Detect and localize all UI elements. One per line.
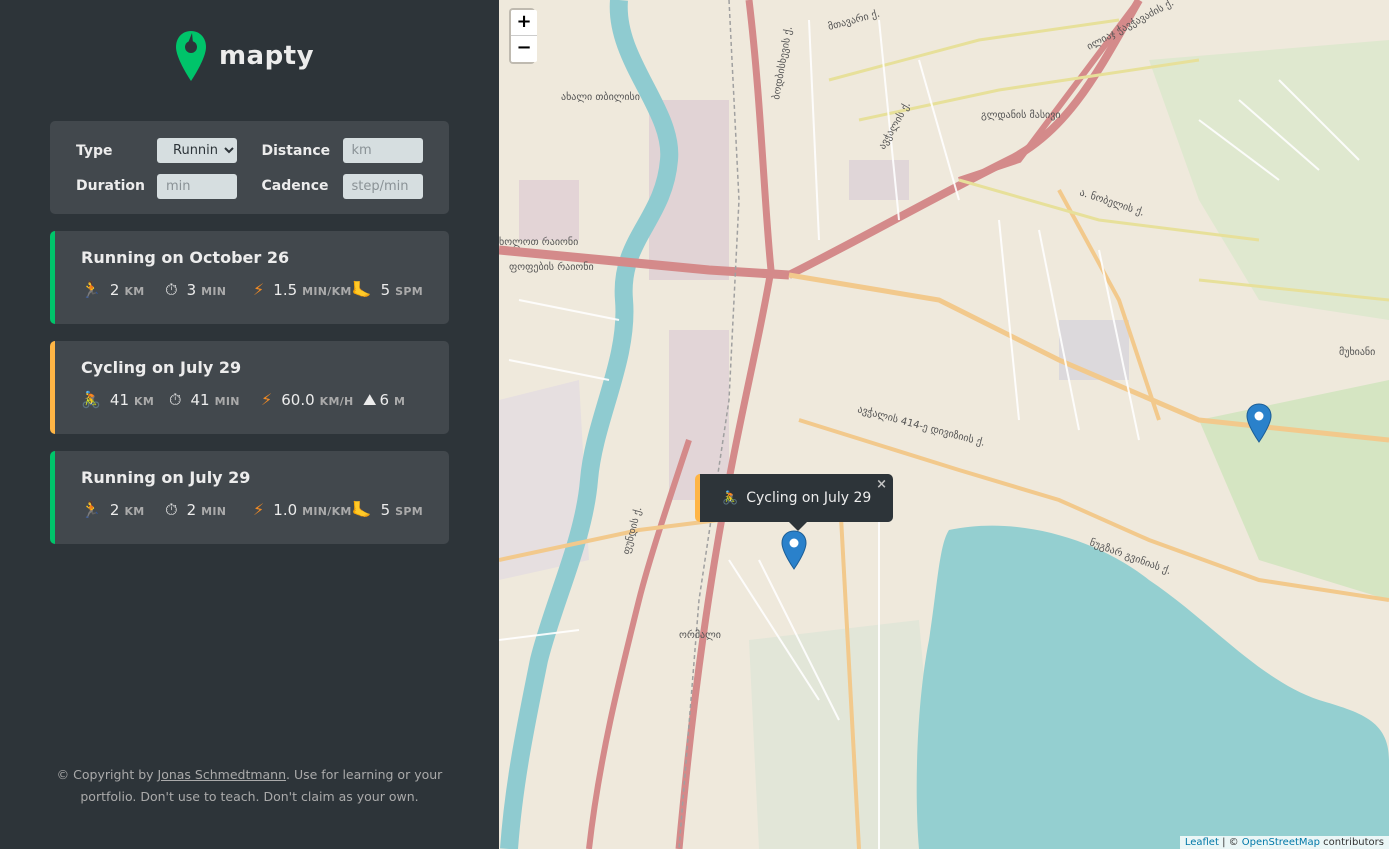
map-attribution: Leaflet | © OpenStreetMap contributors	[1179, 836, 1389, 849]
workout-detail-duration: ⏱ 41 min	[169, 389, 261, 409]
brand-name: mapty	[218, 41, 315, 71]
lightning-icon: ⚡	[253, 499, 265, 519]
duration-label: Duration	[76, 178, 146, 195]
map-marker-pin-icon[interactable]	[781, 530, 807, 570]
type-label: Type	[76, 142, 113, 159]
close-icon[interactable]: ×	[876, 477, 887, 492]
workout-detail-duration: ⏱ 2 min	[165, 499, 253, 519]
detail-value: 41	[109, 390, 130, 409]
detail-value: 2	[109, 500, 120, 519]
cadence-label: Cadence	[261, 178, 329, 195]
detail-value: 3	[186, 280, 197, 299]
workout-item[interactable]: Running on July 29 🏃 2 km ⏱ 2 min ⚡ 1.0 …	[50, 451, 449, 544]
sidebar: mapty Type Running Cycling Distance Dura…	[0, 0, 499, 849]
map-label: ახალი თბილისი	[561, 91, 640, 103]
workout-list: Running on October 26 🏃 2 km ⏱ 3 min ⚡ 1…	[50, 231, 449, 544]
popup-text: Cycling on July 29	[746, 490, 872, 506]
workout-detail-speed: ⚡ 60.0 km/h	[261, 390, 363, 409]
author-link[interactable]: Jonas Schmedtmann	[158, 767, 287, 782]
workout-form: Type Running Cycling Distance Duration C…	[50, 121, 449, 214]
detail-value: 1.5	[273, 280, 298, 299]
cadence-input[interactable]	[342, 173, 423, 199]
detail-unit: min	[214, 394, 240, 408]
detail-unit: spm	[395, 284, 423, 298]
form-row-distance: Distance	[262, 137, 424, 165]
workout-detail-distance: 🏃 2 km	[81, 280, 165, 299]
detail-unit: km	[124, 284, 145, 298]
map-pin-logo-icon	[175, 31, 206, 81]
detail-unit: m	[394, 394, 406, 408]
form-row-type: Type Running Cycling	[76, 137, 238, 165]
attribution-suffix: contributors	[1320, 837, 1384, 848]
workout-detail-distance: 🏃 2 km	[81, 500, 165, 519]
detail-unit: min	[201, 284, 227, 298]
detail-unit: min/km	[302, 284, 352, 298]
detail-value: 41	[190, 390, 210, 409]
form-row-duration: Duration	[76, 173, 238, 201]
workout-details: 🚴 41 km ⏱ 41 min ⚡ 60.0 km/h ⛰ 6 m	[81, 390, 423, 409]
workout-details: 🏃 2 km ⏱ 3 min ⚡ 1.5 min/km 🦶 5 sp	[81, 280, 423, 299]
stopwatch-icon: ⏱	[165, 279, 178, 299]
workout-details: 🏃 2 km ⏱ 2 min ⚡ 1.0 min/km 🦶 5 sp	[81, 500, 423, 519]
workout-detail-elevation: ⛰ 6 m	[363, 389, 406, 409]
detail-value: 1.0	[273, 500, 298, 519]
stopwatch-icon: ⏱	[165, 499, 178, 519]
workout-detail-pace: ⚡ 1.0 min/km	[253, 500, 352, 519]
map-label: ფოფების რაიონი	[509, 261, 594, 273]
workout-item[interactable]: Running on October 26 🏃 2 km ⏱ 3 min ⚡ 1…	[50, 231, 449, 324]
map-label: ორმალი	[679, 629, 721, 641]
map-label: მუხიანი	[1339, 346, 1375, 358]
runner-icon: 🏃	[81, 499, 101, 519]
distance-input[interactable]	[342, 138, 423, 164]
cyclist-icon: 🚴	[81, 389, 101, 409]
mountain-icon: ⛰	[363, 389, 377, 409]
duration-input[interactable]	[157, 173, 237, 199]
workout-popup: 🚴 Cycling on July 29 ×	[695, 474, 893, 531]
detail-unit: min/km	[302, 504, 352, 518]
map[interactable]: ბოდბისხევის ქ. მთავარი ქ. გლდანის მასივი…	[499, 0, 1389, 849]
logo: mapty	[40, 28, 449, 84]
type-select[interactable]: Running Cycling	[157, 138, 237, 164]
attribution-sep: | ©	[1218, 837, 1242, 848]
detail-unit: spm	[395, 504, 423, 518]
osm-link[interactable]: OpenStreetMap	[1242, 837, 1320, 848]
copyright: © Copyright by Jonas Schmedtmann. Use fo…	[50, 764, 449, 808]
footprint-icon: 🦶	[351, 499, 372, 519]
workout-title: Cycling on July 29	[81, 358, 242, 377]
detail-value: 5	[380, 280, 391, 299]
copyright-prefix: © Copyright by	[56, 767, 158, 782]
zoom-control: + −	[509, 8, 537, 64]
map-label: გლდანის მასივი	[981, 109, 1061, 121]
detail-value: 2	[186, 500, 197, 519]
map-label: ხოლოთ რაიონი	[499, 236, 578, 248]
distance-label: Distance	[261, 142, 331, 159]
workout-detail-duration: ⏱ 3 min	[165, 279, 253, 299]
workout-detail-cadence: 🦶 5 spm	[352, 280, 423, 299]
stopwatch-icon: ⏱	[169, 389, 182, 409]
lightning-icon: ⚡	[261, 389, 273, 409]
workout-item[interactable]: Cycling on July 29 🚴 41 km ⏱ 41 min ⚡ 60…	[50, 341, 449, 434]
zoom-out-button[interactable]: −	[511, 36, 537, 62]
zoom-in-button[interactable]: +	[511, 10, 537, 36]
workout-detail-pace: ⚡ 1.5 min/km	[253, 280, 352, 299]
map-marker-pin-icon[interactable]	[1246, 403, 1272, 443]
lightning-icon: ⚡	[253, 279, 265, 299]
runner-icon: 🏃	[81, 279, 101, 299]
detail-unit: km/h	[319, 394, 354, 408]
workout-title: Running on October 26	[81, 248, 290, 267]
detail-value: 5	[380, 500, 391, 519]
detail-unit: min	[201, 504, 227, 518]
workout-detail-distance: 🚴 41 km	[81, 390, 169, 409]
detail-unit: km	[134, 394, 155, 408]
detail-unit: km	[124, 504, 145, 518]
workout-detail-cadence: 🦶 5 spm	[352, 500, 423, 519]
detail-value: 2	[109, 280, 120, 299]
cyclist-icon: 🚴	[722, 490, 739, 506]
detail-value: 60.0	[281, 390, 315, 409]
footprint-icon: 🦶	[351, 279, 372, 299]
form-row-cadence: Cadence	[262, 173, 424, 201]
leaflet-link[interactable]: Leaflet	[1185, 837, 1219, 848]
detail-value: 6	[379, 390, 389, 409]
workout-title: Running on July 29	[81, 468, 251, 487]
